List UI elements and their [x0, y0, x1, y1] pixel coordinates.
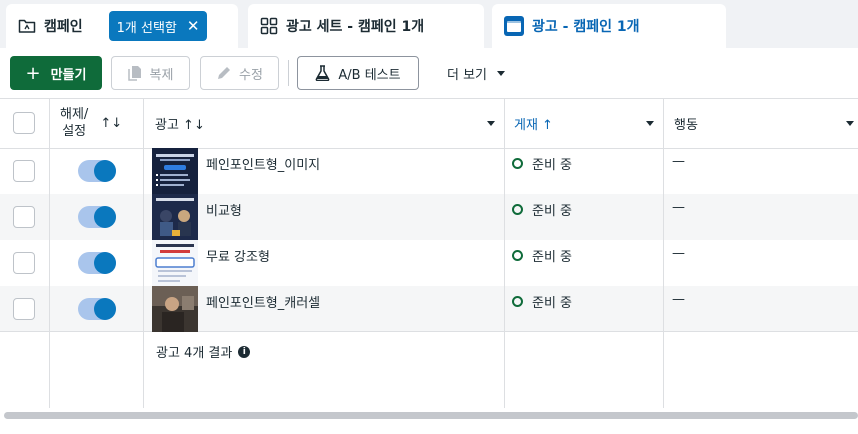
action-value: — — [672, 154, 685, 169]
grid-line — [0, 148, 858, 149]
ad-thumbnail[interactable] — [152, 148, 198, 194]
ab-test-button[interactable]: A/B 테스트 — [297, 56, 419, 90]
edit-button[interactable]: 수정 — [200, 56, 279, 90]
ad-window-icon — [504, 16, 524, 36]
toggle-column-header[interactable]: 해제/ 설정 ↑↓ — [60, 98, 140, 148]
ad-thumbnail[interactable] — [152, 286, 198, 332]
delivery-column-header[interactable]: 게재 ↑ — [514, 98, 656, 148]
tab-adset-label: 광고 세트 - 캠페인 1개 — [286, 19, 425, 35]
results-summary: 광고 4개 결과 i — [156, 342, 251, 361]
chevron-down-icon[interactable] — [487, 120, 495, 126]
ad-toggle[interactable] — [78, 298, 116, 320]
ad-thumbnail[interactable] — [152, 240, 198, 286]
toggle-knob — [94, 252, 116, 274]
tab-ad[interactable]: 광고 - 캠페인 1개 — [492, 4, 726, 48]
ad-name[interactable]: 무료 강조형 — [206, 246, 270, 265]
edit-label: 수정 — [239, 67, 263, 83]
ad-name[interactable]: 페인포인트형_이미지 — [206, 154, 320, 173]
toolbar: + 만들기 복제 수정 A/B 테스트 더 보기 — [0, 48, 858, 98]
ad-toggle[interactable] — [78, 160, 116, 182]
grid-icon — [260, 17, 278, 35]
grid-line — [49, 98, 50, 408]
selection-chip[interactable]: 1개 선택함 ✕ — [108, 11, 208, 41]
row-checkbox[interactable] — [13, 298, 35, 320]
results-count: 광고 4개 결과 — [156, 346, 233, 361]
toggle-knob — [94, 206, 116, 228]
delivery-status-label: 준비 중 — [532, 158, 573, 173]
delivery-status: 준비 중 — [512, 292, 572, 311]
row-bg-4 — [0, 286, 858, 332]
ads-table: 해제/ 설정 ↑↓ 광고 ↑↓ 게재 ↑ 행동 페인포인트형_이미지 준비 중 … — [0, 98, 858, 408]
selection-count: 1개 선택함 — [116, 20, 177, 36]
flask-icon — [316, 65, 330, 81]
more-label: 더 보기 — [446, 67, 487, 83]
delivery-status: 준비 중 — [512, 154, 572, 173]
chevron-down-icon[interactable] — [846, 120, 854, 126]
row-checkbox[interactable] — [13, 206, 35, 228]
delivery-status: 준비 중 — [512, 246, 572, 265]
action-value: — — [672, 200, 685, 215]
row-bg-2 — [0, 194, 858, 240]
toggle-knob — [94, 298, 116, 320]
pencil-icon — [218, 66, 231, 79]
ab-test-label: A/B 테스트 — [338, 67, 401, 83]
toggle-knob — [94, 160, 116, 182]
tab-ad-label: 광고 - 캠페인 1개 — [532, 19, 640, 35]
close-icon[interactable]: ✕ — [187, 17, 200, 35]
action-value: — — [672, 292, 685, 307]
tab-adset[interactable]: 광고 세트 - 캠페인 1개 — [248, 4, 484, 48]
delivery-status-label: 준비 중 — [532, 250, 573, 265]
tab-campaign[interactable]: 캠페인 1개 선택함 ✕ — [6, 4, 238, 48]
ad-name[interactable]: 페인포인트형_캐러셀 — [206, 292, 320, 311]
tab-bar: 캠페인 1개 선택함 ✕ 광고 세트 - 캠페인 1개 광고 - 캠페인 1개 — [0, 0, 858, 48]
chevron-down-icon — [497, 70, 505, 76]
delivery-status: 준비 중 — [512, 200, 572, 219]
ad-column-header[interactable]: 광고 ↑↓ — [155, 98, 497, 148]
more-button[interactable]: 더 보기 — [434, 56, 518, 90]
grid-line — [0, 331, 858, 332]
grid-line — [143, 98, 144, 408]
chevron-down-icon[interactable] — [646, 120, 654, 126]
create-label: 만들기 — [50, 67, 87, 83]
info-icon[interactable]: i — [238, 345, 251, 358]
create-button[interactable]: + 만들기 — [10, 56, 102, 90]
duplicate-label: 복제 — [149, 67, 174, 83]
actions-header-label: 행동 — [674, 117, 698, 133]
status-dot-icon — [512, 158, 523, 169]
row-checkbox[interactable] — [13, 160, 35, 182]
status-dot-icon — [512, 296, 523, 307]
status-dot-icon — [512, 204, 523, 215]
ad-toggle[interactable] — [78, 252, 116, 274]
actions-column-header[interactable]: 행동 — [674, 98, 856, 148]
delivery-status-label: 준비 중 — [532, 204, 573, 219]
toggle-header-line2: 설정 — [62, 124, 87, 139]
duplicate-icon — [127, 66, 141, 81]
ad-header-label: 광고 ↑↓ — [155, 117, 205, 133]
delivery-header-label: 게재 ↑ — [514, 117, 553, 133]
grid-line — [663, 98, 664, 408]
folder-icon — [18, 19, 36, 33]
delivery-status-label: 준비 중 — [532, 296, 573, 311]
toolbar-divider — [288, 60, 289, 86]
status-dot-icon — [512, 250, 523, 261]
plus-icon: + — [25, 62, 41, 84]
horizontal-scrollbar-track — [0, 408, 858, 434]
ad-name[interactable]: 비교형 — [206, 200, 242, 219]
ad-thumbnail[interactable] — [152, 194, 198, 240]
toggle-header-line1: 해제/ — [60, 107, 89, 122]
sort-icon[interactable]: ↑↓ — [100, 115, 122, 132]
action-value: — — [672, 246, 685, 261]
select-all-checkbox[interactable] — [13, 112, 35, 134]
horizontal-scrollbar[interactable] — [4, 412, 858, 419]
tab-campaign-label: 캠페인 — [44, 19, 83, 35]
grid-line — [504, 98, 505, 408]
ad-toggle[interactable] — [78, 206, 116, 228]
duplicate-button[interactable]: 복제 — [111, 56, 190, 90]
row-checkbox[interactable] — [13, 252, 35, 274]
